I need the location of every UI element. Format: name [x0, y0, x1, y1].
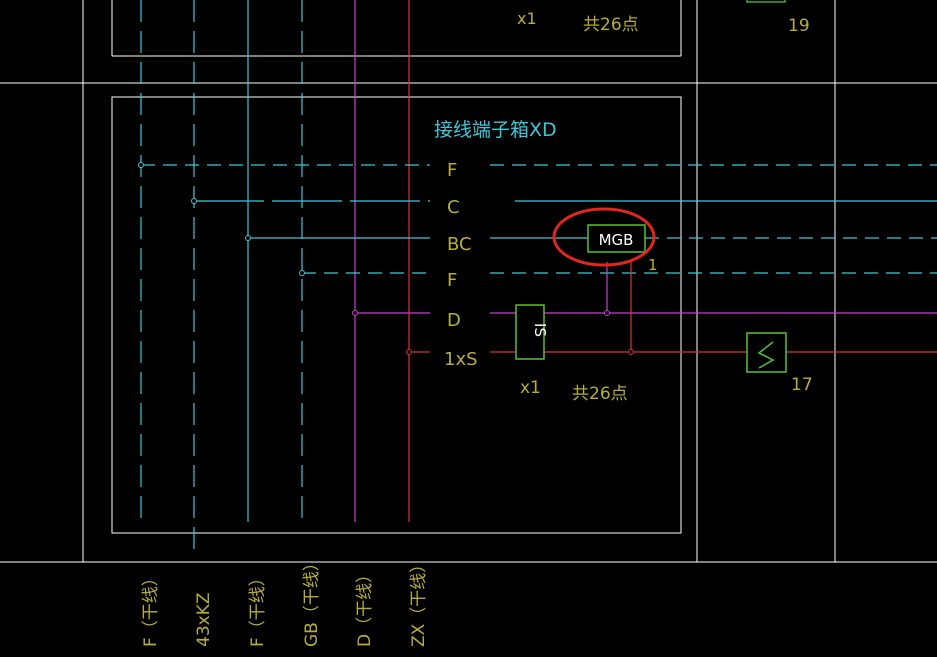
bottom-label-d: D（干线）	[355, 566, 375, 647]
row-label-1xs: 1xS	[444, 349, 478, 370]
terminal-box-title: 接线端子箱XD	[434, 119, 557, 141]
row-label-f1: F	[447, 160, 457, 181]
upper-number: 19	[788, 16, 810, 36]
bottom-labels: F（干线） 43xKZ F（干线） GB（干线） D（干线） ZX（干线）	[141, 554, 429, 647]
row-label-f2: F	[447, 270, 457, 291]
row-label-c: C	[447, 197, 460, 218]
bottom-label-f1: F（干线）	[141, 569, 161, 647]
wiring-diagram: x1 共26点 19 接线端子箱XD F C BC F D 1xS MGB 1 …	[0, 0, 937, 647]
bottom-label-f2: F（干线）	[248, 569, 268, 647]
terminal-box-frame	[111, 96, 682, 534]
mgb-drops	[606, 262, 632, 352]
row-wires-right	[490, 164, 937, 353]
is-multiplier: x1	[520, 378, 541, 398]
bottom-label-gb: GB（干线）	[302, 554, 322, 647]
upper-green-device	[746, 0, 786, 3]
row-wires-left	[141, 164, 430, 353]
row-label-bc: BC	[447, 234, 472, 255]
junction-dots	[138, 162, 634, 355]
upper-point-count: 共26点	[583, 15, 639, 35]
bottom-label-43xkz: 43xKZ	[194, 593, 214, 648]
upper-multiplier: x1	[517, 9, 537, 28]
bottom-label-zx: ZX（干线）	[409, 556, 429, 647]
row-label-d: D	[447, 310, 461, 331]
is-label: IS	[531, 323, 549, 337]
switch-number: 17	[791, 375, 813, 395]
point-count: 共26点	[572, 384, 628, 404]
mgb-label: MGB	[599, 231, 634, 249]
mgb-number: 1	[648, 256, 658, 274]
switch-device-box	[746, 332, 787, 373]
